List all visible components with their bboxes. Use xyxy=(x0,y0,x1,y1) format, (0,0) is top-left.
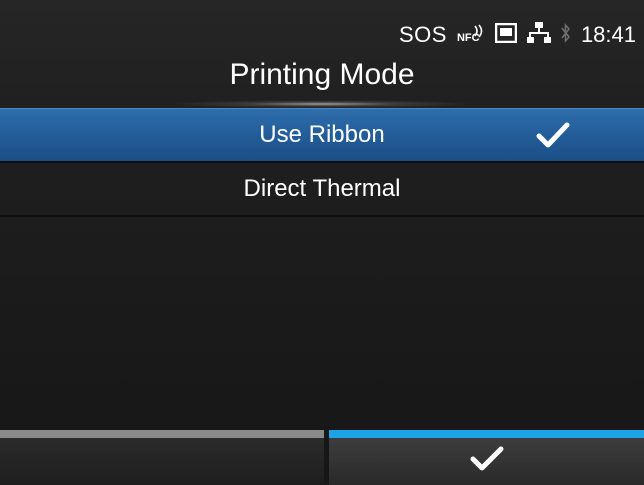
bluetooth-icon xyxy=(561,22,571,48)
network-icon xyxy=(526,22,551,48)
back-button[interactable] xyxy=(0,430,324,485)
page-title: Printing Mode xyxy=(229,58,415,91)
status-bar: SOS NFC 18:41 xyxy=(0,0,644,52)
option-label: Direct Thermal xyxy=(243,175,401,202)
sos-label: SOS xyxy=(398,22,447,47)
title-underline-glow xyxy=(170,100,474,108)
check-icon xyxy=(469,445,505,478)
check-icon xyxy=(536,121,570,156)
printer-screen: SOS NFC 18:41 Printing Mode Use Ribbon D… xyxy=(0,0,644,485)
option-list: Use Ribbon Direct Thermal xyxy=(0,108,644,481)
bottom-button-bar xyxy=(0,430,644,485)
option-use-ribbon[interactable]: Use Ribbon xyxy=(0,108,644,163)
nfc-icon: NFC xyxy=(457,24,485,46)
option-label: Use Ribbon xyxy=(259,121,385,148)
confirm-button[interactable] xyxy=(329,430,644,485)
card-icon xyxy=(494,22,518,47)
clock: 18:41 xyxy=(580,22,636,47)
option-direct-thermal[interactable]: Direct Thermal xyxy=(0,163,644,217)
status-icons: SOS NFC 18:41 xyxy=(399,22,636,48)
